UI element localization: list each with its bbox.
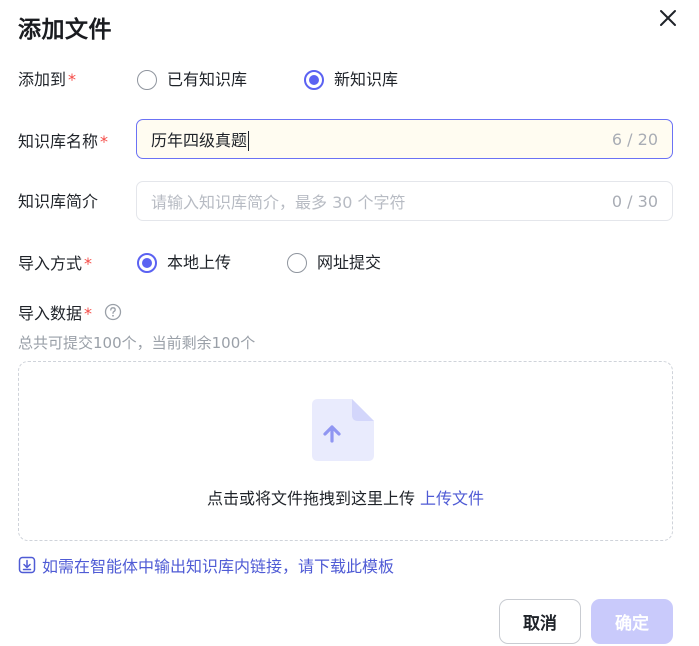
- dialog-title: 添加文件: [18, 17, 112, 43]
- radio-local-upload[interactable]: 本地上传: [137, 252, 231, 274]
- kb-desc-placeholder[interactable]: 请输入知识库简介，最多 30 个字符: [151, 189, 612, 213]
- required-mark: *: [84, 254, 93, 273]
- kb-desc-input[interactable]: 请输入知识库简介，最多 30 个字符 0 / 30: [136, 181, 673, 221]
- radio-button-checked[interactable]: [304, 70, 324, 90]
- cancel-button[interactable]: 取消: [499, 599, 581, 644]
- required-mark: *: [100, 132, 109, 151]
- kb-name-input[interactable]: 历年四级真题 6 / 20: [136, 119, 673, 159]
- radio-existing-kb[interactable]: 已有知识库: [137, 69, 247, 91]
- upload-dropzone[interactable]: 点击或将文件拖拽到这里上传 上传文件: [18, 361, 673, 541]
- radio-new-kb[interactable]: 新知识库: [304, 69, 398, 91]
- radio-label: 本地上传: [167, 253, 232, 272]
- download-icon: [18, 556, 36, 574]
- radio-button-checked[interactable]: [137, 253, 157, 273]
- kb-desc-counter: 0 / 30: [611, 191, 658, 211]
- dropzone-text: 点击或将文件拖拽到这里上传 上传文件: [206, 489, 485, 508]
- required-mark: *: [84, 304, 93, 323]
- kb-desc-label: 知识库简介: [18, 192, 99, 211]
- template-link-text[interactable]: 如需在智能体中输出知识库内链接，请下载此模板: [42, 553, 394, 577]
- required-mark: *: [68, 70, 77, 89]
- import-data-label: 导入数据 *: [18, 304, 93, 323]
- kb-name-value[interactable]: 历年四级真题: [151, 127, 612, 152]
- file-upload-icon: [312, 399, 374, 461]
- radio-button[interactable]: [287, 253, 307, 273]
- kb-name-label: 知识库名称 *: [18, 132, 109, 151]
- download-template-link[interactable]: 如需在智能体中输出知识库内链接，请下载此模板: [18, 553, 394, 577]
- radio-label: 新知识库: [334, 70, 399, 89]
- confirm-button[interactable]: 确定: [591, 599, 673, 644]
- import-quota-hint: 总共可提交100个，当前剩余100个: [18, 334, 256, 352]
- close-icon[interactable]: [658, 8, 678, 28]
- radio-label: 网址提交: [317, 253, 382, 272]
- add-to-label: 添加到 *: [18, 70, 77, 89]
- kb-name-counter: 6 / 20: [611, 129, 658, 149]
- question-icon[interactable]: [104, 303, 122, 321]
- upload-file-link[interactable]: 上传文件: [420, 489, 484, 508]
- import-method-label: 导入方式 *: [18, 254, 93, 273]
- close-button[interactable]: [654, 4, 682, 32]
- radio-button[interactable]: [137, 70, 157, 90]
- radio-label: 已有知识库: [167, 70, 248, 89]
- radio-url-submit[interactable]: 网址提交: [287, 252, 381, 274]
